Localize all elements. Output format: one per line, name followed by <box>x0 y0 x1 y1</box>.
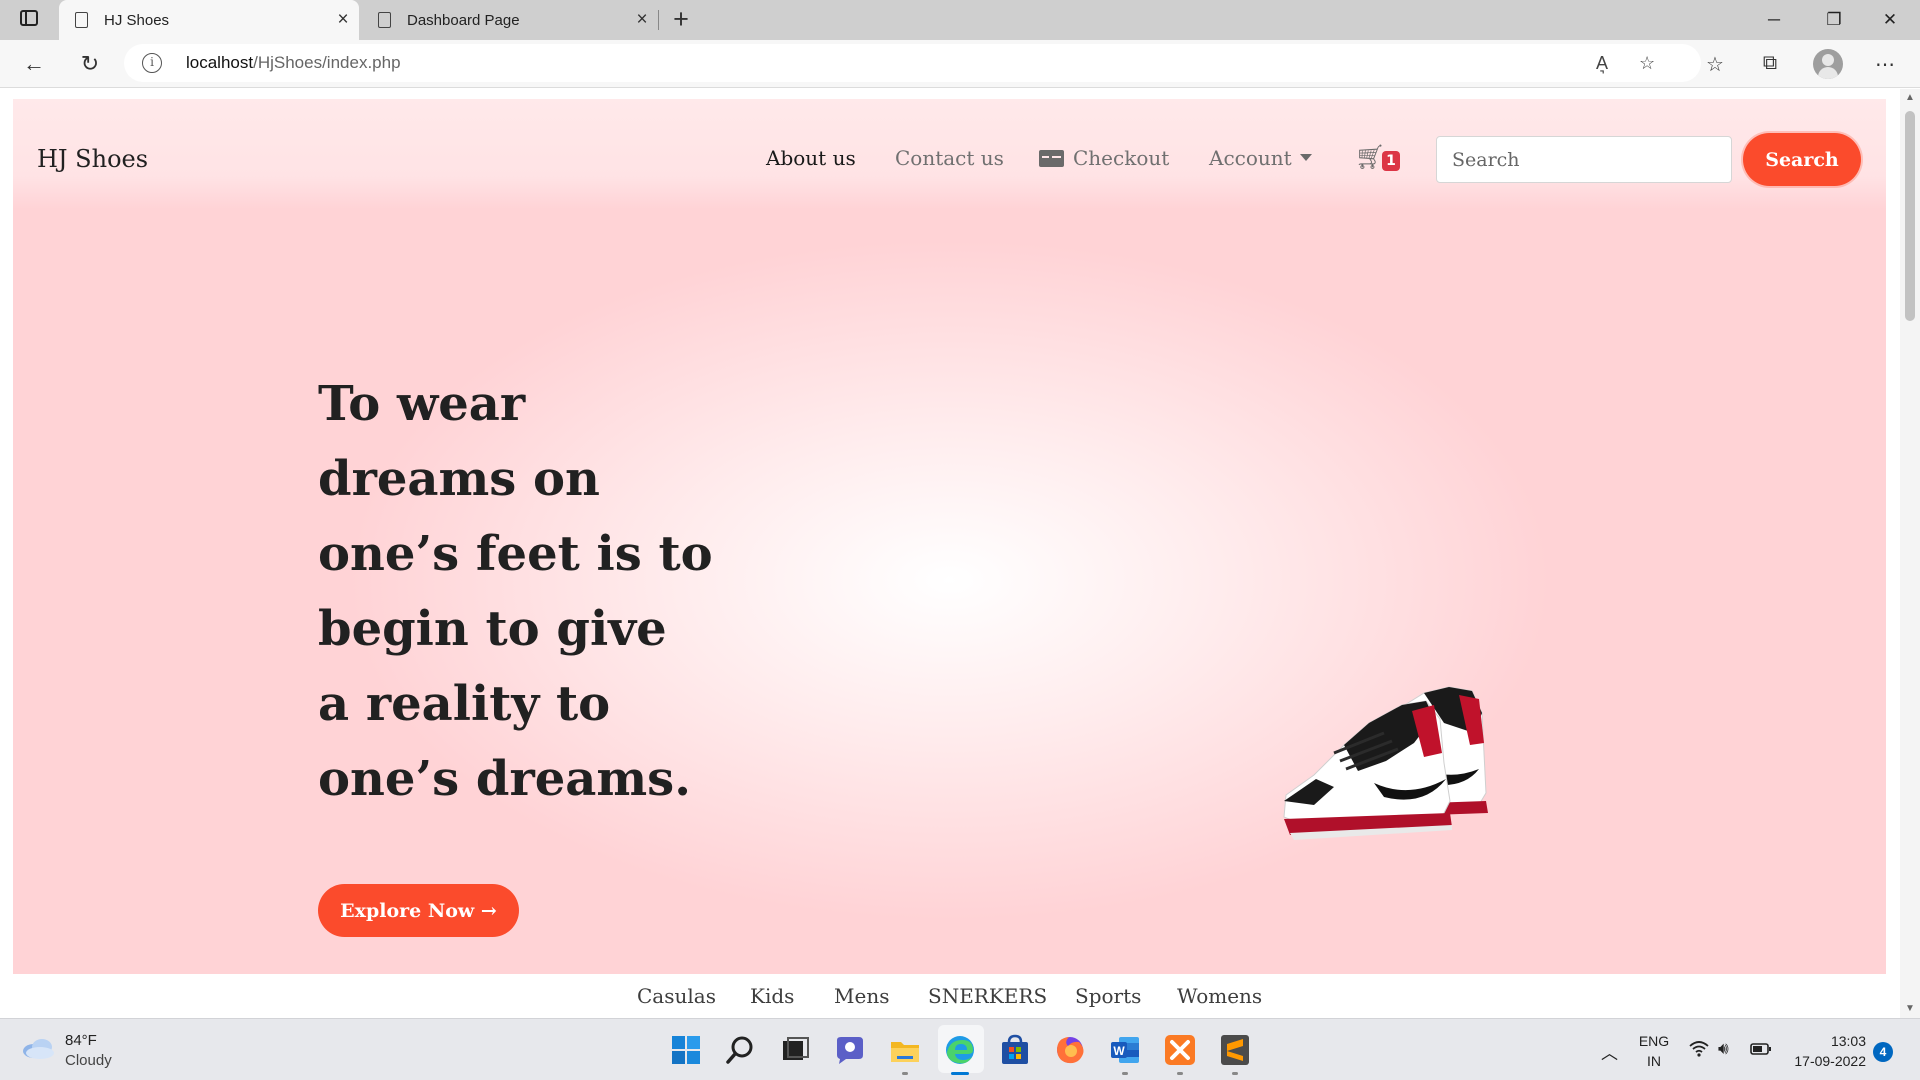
edge-browser-icon[interactable] <box>942 1032 978 1068</box>
nav-contact[interactable]: Contact us <box>895 146 1004 170</box>
close-window-button[interactable]: ✕ <box>1860 0 1920 40</box>
category-kids[interactable]: Kids <box>750 984 794 1008</box>
tab-title: HJ Shoes <box>104 11 170 29</box>
credit-card-icon <box>1039 150 1064 167</box>
refresh-icon[interactable]: ↻ <box>72 46 108 82</box>
clock-time[interactable]: 13:03 <box>1786 1033 1866 1049</box>
windows-start-icon[interactable] <box>668 1032 704 1068</box>
tab-dashboard[interactable]: Dashboard Page × <box>362 0 658 40</box>
caret-down-icon <box>1299 154 1312 161</box>
battery-icon[interactable] <box>1750 1041 1772 1061</box>
cart-link[interactable]: 🛒︎ 1 <box>1355 139 1409 175</box>
running-indicator <box>1122 1072 1128 1075</box>
sneaker-image <box>1283 686 1488 840</box>
cloud-icon <box>23 1039 54 1059</box>
more-options-icon[interactable]: ⋯ <box>1870 52 1900 77</box>
weather-temperature[interactable]: 84°F <box>65 1032 97 1049</box>
sublime-text-icon[interactable] <box>1217 1032 1253 1068</box>
add-favorite-icon[interactable]: ☆ <box>1639 53 1655 74</box>
scroll-thumb[interactable] <box>1905 111 1915 321</box>
xampp-icon[interactable] <box>1162 1032 1198 1068</box>
url-text[interactable]: localhost/HjShoes/index.php <box>186 53 401 73</box>
windows-taskbar: 84°F Cloudy W ︿ ENG IN 🔊︎ 13:03 17-09-20… <box>0 1018 1920 1080</box>
search-button[interactable]: Search <box>1743 133 1861 186</box>
chat-icon[interactable] <box>832 1032 868 1068</box>
notification-badge[interactable]: 4 <box>1873 1042 1893 1062</box>
chevron-up-icon[interactable]: ︿ <box>1601 1039 1618 1064</box>
page-viewport: HJ Shoes About us Contact us Checkout Ac… <box>0 89 1920 1018</box>
favorites-icon[interactable]: ☆ <box>1700 52 1730 77</box>
task-view-icon[interactable] <box>777 1032 813 1068</box>
language-indicator[interactable]: ENG <box>1638 1033 1670 1049</box>
headline-line: To wear <box>318 376 526 432</box>
close-icon[interactable]: × <box>626 9 658 31</box>
svg-text:W: W <box>1113 1044 1125 1058</box>
back-arrow-icon[interactable]: ← <box>16 46 52 82</box>
running-indicator <box>1177 1072 1183 1075</box>
running-indicator <box>1232 1072 1238 1075</box>
page-icon <box>378 12 391 28</box>
category-nav: Casulas Kids Mens SNERKERS Sports Womens <box>0 974 1900 1018</box>
shopping-cart-icon: 🛒︎ <box>1355 144 1386 171</box>
restore-button[interactable]: ❐ <box>1804 0 1864 40</box>
category-sports[interactable]: Sports <box>1075 984 1141 1008</box>
hero-section: HJ Shoes About us Contact us Checkout Ac… <box>13 99 1886 974</box>
cart-count-badge: 1 <box>1382 151 1400 171</box>
tab-divider <box>658 10 659 30</box>
category-snerkers[interactable]: SNERKERS <box>928 984 1047 1008</box>
scroll-up-icon[interactable]: ▲ <box>1900 89 1920 107</box>
nav-checkout-label: Checkout <box>1073 146 1170 170</box>
nav-account-dropdown[interactable]: Account <box>1209 146 1312 170</box>
headline-line: dreams on <box>318 451 600 507</box>
microsoft-store-icon[interactable] <box>997 1032 1033 1068</box>
category-casulas[interactable]: Casulas <box>637 984 716 1008</box>
firefox-icon[interactable] <box>1052 1032 1088 1068</box>
address-bar[interactable]: i localhost/HjShoes/index.php A͉ ☆ <box>124 44 1701 82</box>
hero-headline: To wear dreams on one’s feet is to begin… <box>318 367 778 817</box>
read-aloud-icon[interactable]: A͉ <box>1596 53 1608 74</box>
nav-account-label: Account <box>1209 146 1292 170</box>
nav-about[interactable]: About us <box>766 146 856 170</box>
nav-checkout[interactable]: Checkout <box>1039 146 1169 170</box>
headline-line: begin to give <box>318 601 667 657</box>
scroll-down-icon[interactable]: ▼ <box>1900 1000 1920 1018</box>
search-input[interactable] <box>1436 136 1732 183</box>
tab-title: Dashboard Page <box>407 11 520 29</box>
category-mens[interactable]: Mens <box>834 984 889 1008</box>
browser-toolbar: ← ↻ i localhost/HjShoes/index.php A͉ ☆ ☆… <box>0 40 1920 88</box>
close-icon[interactable]: × <box>327 9 359 31</box>
active-indicator <box>951 1072 969 1075</box>
profile-avatar[interactable] <box>1813 49 1843 79</box>
tab-actions-icon[interactable] <box>20 10 38 26</box>
collections-icon[interactable]: ⧉ <box>1755 52 1785 75</box>
site-info-icon[interactable]: i <box>142 53 162 73</box>
file-explorer-icon[interactable] <box>887 1032 923 1068</box>
weather-condition[interactable]: Cloudy <box>65 1052 112 1069</box>
category-womens[interactable]: Womens <box>1177 984 1262 1008</box>
page-icon <box>75 12 88 28</box>
headline-line: one’s feet is to <box>318 526 713 582</box>
headline-line: one’s dreams. <box>318 751 691 807</box>
new-tab-button[interactable]: + <box>665 4 697 36</box>
page-scrollbar[interactable]: ▲ ▼ <box>1900 89 1920 1018</box>
region-indicator[interactable]: IN <box>1638 1053 1670 1069</box>
tab-hj-shoes[interactable]: HJ Shoes × <box>59 0 359 40</box>
headline-line: a reality to <box>318 676 611 732</box>
search-icon[interactable] <box>722 1032 758 1068</box>
clock-date[interactable]: 17-09-2022 <box>1780 1053 1866 1069</box>
browser-tab-bar: HJ Shoes × Dashboard Page × + ─ ❐ ✕ <box>0 0 1920 40</box>
volume-icon[interactable]: 🔊︎ <box>1718 1039 1729 1059</box>
brand-logo[interactable]: HJ Shoes <box>37 145 148 173</box>
microsoft-word-icon[interactable]: W <box>1107 1032 1143 1068</box>
wifi-icon[interactable] <box>1689 1039 1709 1062</box>
running-indicator <box>902 1072 908 1075</box>
site-navbar: HJ Shoes About us Contact us Checkout Ac… <box>13 99 1886 209</box>
minimize-button[interactable]: ─ <box>1744 0 1804 40</box>
explore-now-button[interactable]: Explore Now → <box>318 884 519 937</box>
